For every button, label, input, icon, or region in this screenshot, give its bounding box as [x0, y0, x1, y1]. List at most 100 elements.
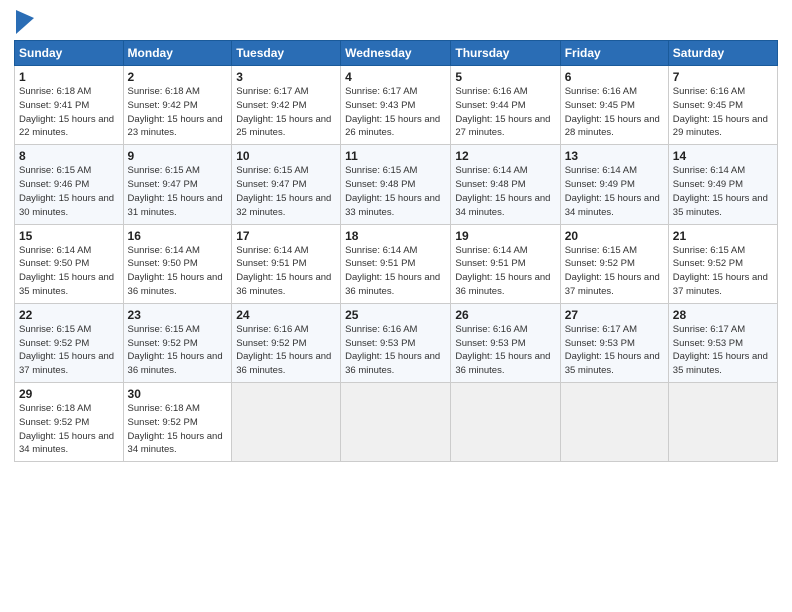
calendar-week-row: 15 Sunrise: 6:14 AMSunset: 9:50 PMDayligh… — [15, 224, 778, 303]
calendar-cell: 25Sunrise: 6:16 AMSunset: 9:53 PMDayligh… — [341, 303, 451, 382]
day-number: 12 — [455, 149, 555, 163]
day-number: 5 — [455, 70, 555, 84]
day-info: Sunrise: 6:14 AMSunset: 9:50 PMDaylight:… — [19, 245, 114, 297]
calendar-cell: 21 Sunrise: 6:15 AMSunset: 9:52 PMDayligh… — [668, 224, 777, 303]
col-header-sunday: Sunday — [15, 41, 124, 66]
day-info: Sunrise: 6:16 AMSunset: 9:53 PMDaylight:… — [455, 324, 550, 376]
day-info: Sunrise: 6:15 AMSunset: 9:46 PMDaylight:… — [19, 165, 114, 217]
calendar-cell: 1 Sunrise: 6:18 AMSunset: 9:41 PMDaylight… — [15, 66, 124, 145]
calendar-cell — [451, 383, 560, 462]
day-number: 24 — [236, 308, 336, 322]
col-header-monday: Monday — [123, 41, 232, 66]
day-number: 10 — [236, 149, 336, 163]
calendar-cell: 10 Sunrise: 6:15 AMSunset: 9:47 PMDayligh… — [232, 145, 341, 224]
calendar-cell: 24 Sunrise: 6:16 AMSunset: 9:52 PMDayligh… — [232, 303, 341, 382]
calendar-cell: 7 Sunrise: 6:16 AMSunset: 9:45 PMDaylight… — [668, 66, 777, 145]
calendar-cell: 30 Sunrise: 6:18 AMSunset: 9:52 PMDayligh… — [123, 383, 232, 462]
day-info: Sunrise: 6:14 AMSunset: 9:51 PMDaylight:… — [455, 245, 550, 297]
calendar-cell: 9 Sunrise: 6:15 AMSunset: 9:47 PMDaylight… — [123, 145, 232, 224]
calendar-cell: 27Sunrise: 6:17 AMSunset: 9:53 PMDayligh… — [560, 303, 668, 382]
day-number: 26 — [455, 308, 555, 322]
day-number: 18 — [345, 229, 446, 243]
day-info: Sunrise: 6:16 AMSunset: 9:45 PMDaylight:… — [565, 86, 660, 138]
day-number: 14 — [673, 149, 773, 163]
calendar-cell: 16 Sunrise: 6:14 AMSunset: 9:50 PMDayligh… — [123, 224, 232, 303]
day-number: 30 — [128, 387, 228, 401]
day-number: 28 — [673, 308, 773, 322]
calendar-cell — [560, 383, 668, 462]
day-info: Sunrise: 6:15 AMSunset: 9:47 PMDaylight:… — [236, 165, 331, 217]
day-number: 20 — [565, 229, 664, 243]
day-info: Sunrise: 6:15 AMSunset: 9:47 PMDaylight:… — [128, 165, 223, 217]
calendar-cell: 26 Sunrise: 6:16 AMSunset: 9:53 PMDayligh… — [451, 303, 560, 382]
calendar-cell: 6 Sunrise: 6:16 AMSunset: 9:45 PMDaylight… — [560, 66, 668, 145]
day-info: Sunrise: 6:17 AMSunset: 9:53 PMDaylight:… — [673, 324, 768, 376]
calendar-cell: 12 Sunrise: 6:14 AMSunset: 9:48 PMDayligh… — [451, 145, 560, 224]
calendar-week-row: 29 Sunrise: 6:18 AMSunset: 9:52 PMDayligh… — [15, 383, 778, 462]
day-number: 8 — [19, 149, 119, 163]
calendar-cell: 20 Sunrise: 6:15 AMSunset: 9:52 PMDayligh… — [560, 224, 668, 303]
day-info: Sunrise: 6:15 AMSunset: 9:52 PMDaylight:… — [128, 324, 223, 376]
day-number: 15 — [19, 229, 119, 243]
calendar-cell: 23 Sunrise: 6:15 AMSunset: 9:52 PMDayligh… — [123, 303, 232, 382]
day-info: Sunrise: 6:16 AMSunset: 9:45 PMDaylight:… — [673, 86, 768, 138]
day-number: 21 — [673, 229, 773, 243]
day-info: Sunrise: 6:18 AMSunset: 9:52 PMDaylight:… — [128, 403, 223, 455]
day-number: 9 — [128, 149, 228, 163]
day-info: Sunrise: 6:15 AMSunset: 9:52 PMDaylight:… — [19, 324, 114, 376]
calendar-header-row: SundayMondayTuesdayWednesdayThursdayFrid… — [15, 41, 778, 66]
calendar-cell: 18 Sunrise: 6:14 AMSunset: 9:51 PMDayligh… — [341, 224, 451, 303]
logo — [14, 10, 36, 34]
calendar-week-row: 8 Sunrise: 6:15 AMSunset: 9:46 PMDaylight… — [15, 145, 778, 224]
calendar-week-row: 22Sunrise: 6:15 AMSunset: 9:52 PMDayligh… — [15, 303, 778, 382]
logo-icon — [16, 10, 34, 34]
day-info: Sunrise: 6:14 AMSunset: 9:51 PMDaylight:… — [345, 245, 440, 297]
calendar-week-row: 1 Sunrise: 6:18 AMSunset: 9:41 PMDaylight… — [15, 66, 778, 145]
day-info: Sunrise: 6:15 AMSunset: 9:52 PMDaylight:… — [565, 245, 660, 297]
day-number: 7 — [673, 70, 773, 84]
day-info: Sunrise: 6:17 AMSunset: 9:53 PMDaylight:… — [565, 324, 660, 376]
day-info: Sunrise: 6:16 AMSunset: 9:44 PMDaylight:… — [455, 86, 550, 138]
day-info: Sunrise: 6:18 AMSunset: 9:42 PMDaylight:… — [128, 86, 223, 138]
day-info: Sunrise: 6:17 AMSunset: 9:43 PMDaylight:… — [345, 86, 440, 138]
day-info: Sunrise: 6:14 AMSunset: 9:51 PMDaylight:… — [236, 245, 331, 297]
page: SundayMondayTuesdayWednesdayThursdayFrid… — [0, 0, 792, 612]
calendar-cell — [232, 383, 341, 462]
col-header-friday: Friday — [560, 41, 668, 66]
day-number: 11 — [345, 149, 446, 163]
calendar-cell: 13 Sunrise: 6:14 AMSunset: 9:49 PMDayligh… — [560, 145, 668, 224]
calendar-cell: 14 Sunrise: 6:14 AMSunset: 9:49 PMDayligh… — [668, 145, 777, 224]
calendar-cell: 28 Sunrise: 6:17 AMSunset: 9:53 PMDayligh… — [668, 303, 777, 382]
calendar-cell: 17Sunrise: 6:14 AMSunset: 9:51 PMDayligh… — [232, 224, 341, 303]
day-number: 25 — [345, 308, 446, 322]
calendar-cell: 22Sunrise: 6:15 AMSunset: 9:52 PMDayligh… — [15, 303, 124, 382]
day-info: Sunrise: 6:18 AMSunset: 9:52 PMDaylight:… — [19, 403, 114, 455]
day-info: Sunrise: 6:15 AMSunset: 9:52 PMDaylight:… — [673, 245, 768, 297]
calendar-cell — [668, 383, 777, 462]
calendar-cell: 3Sunrise: 6:17 AMSunset: 9:42 PMDaylight… — [232, 66, 341, 145]
col-header-saturday: Saturday — [668, 41, 777, 66]
calendar-cell: 29 Sunrise: 6:18 AMSunset: 9:52 PMDayligh… — [15, 383, 124, 462]
day-number: 29 — [19, 387, 119, 401]
day-number: 16 — [128, 229, 228, 243]
day-number: 1 — [19, 70, 119, 84]
calendar-cell: 8 Sunrise: 6:15 AMSunset: 9:46 PMDaylight… — [15, 145, 124, 224]
header — [14, 10, 778, 34]
day-number: 13 — [565, 149, 664, 163]
day-number: 6 — [565, 70, 664, 84]
day-number: 2 — [128, 70, 228, 84]
day-info: Sunrise: 6:14 AMSunset: 9:50 PMDaylight:… — [128, 245, 223, 297]
calendar-cell: 5 Sunrise: 6:16 AMSunset: 9:44 PMDaylight… — [451, 66, 560, 145]
day-number: 23 — [128, 308, 228, 322]
day-info: Sunrise: 6:14 AMSunset: 9:48 PMDaylight:… — [455, 165, 550, 217]
day-info: Sunrise: 6:16 AMSunset: 9:52 PMDaylight:… — [236, 324, 331, 376]
day-info: Sunrise: 6:15 AMSunset: 9:48 PMDaylight:… — [345, 165, 440, 217]
day-info: Sunrise: 6:18 AMSunset: 9:41 PMDaylight:… — [19, 86, 114, 138]
day-info: Sunrise: 6:14 AMSunset: 9:49 PMDaylight:… — [673, 165, 768, 217]
calendar-cell: 4 Sunrise: 6:17 AMSunset: 9:43 PMDaylight… — [341, 66, 451, 145]
day-number: 4 — [345, 70, 446, 84]
day-info: Sunrise: 6:14 AMSunset: 9:49 PMDaylight:… — [565, 165, 660, 217]
day-number: 3 — [236, 70, 336, 84]
calendar-cell — [341, 383, 451, 462]
col-header-wednesday: Wednesday — [341, 41, 451, 66]
